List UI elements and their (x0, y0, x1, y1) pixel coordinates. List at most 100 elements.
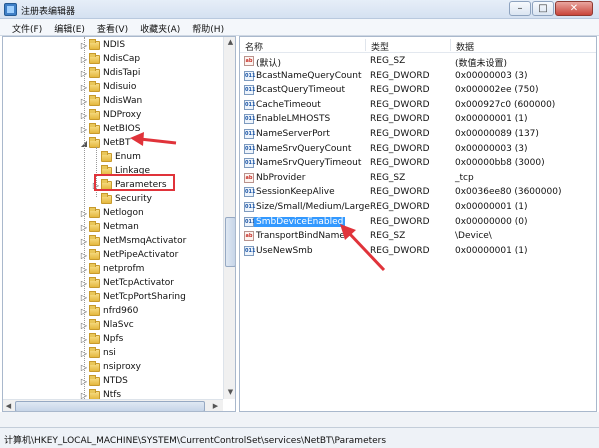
tree-item-label: nsiproxy (103, 362, 141, 372)
tree-item-label: NetBIOS (103, 124, 141, 134)
value-row[interactable]: 011 SessionKeepAlive REG_DWORD 0x0036ee80 (… (240, 185, 596, 200)
value-row[interactable]: 011 BcastNameQueryCount REG_DWORD 0x0000000… (240, 69, 596, 84)
value-data: 0x00000089 (137) (455, 129, 539, 139)
tree-scroll-thumb[interactable] (225, 217, 235, 267)
value-row[interactable]: 011 Size/Small/Medium/Large REG_DWORD 0x000… (240, 200, 596, 215)
tree-item[interactable]: ▷ NdisCap (79, 52, 140, 66)
tree-item[interactable]: ▷ NlaSvc (79, 318, 134, 332)
tree-item-label: Netlogon (103, 208, 144, 218)
tree-item[interactable]: ▷ netprofm (79, 262, 144, 276)
close-button[interactable]: ✕ (555, 1, 593, 16)
menu-edit[interactable]: 编辑(E) (48, 19, 91, 35)
folder-icon (89, 360, 100, 372)
value-data: (数值未设置) (455, 59, 508, 69)
menu-favorites[interactable]: 收藏夹(A) (134, 19, 186, 35)
tree-item-label: NetPipeActivator (103, 250, 179, 260)
menu-view[interactable]: 查看(V) (91, 19, 134, 35)
value-name-text: EnableLMHOSTS (256, 114, 331, 125)
tree-item-label: NTDS (103, 376, 128, 386)
value-data: 0x0036ee80 (3600000) (455, 187, 562, 198)
column-divider[interactable] (365, 39, 366, 51)
pane-footer (0, 412, 599, 427)
tree-item-label: NDIS (103, 40, 126, 50)
tree-item[interactable]: ▷ NDIS (79, 38, 125, 52)
value-row[interactable]: 011 SmbDeviceEnabled REG_DWORD 0x00000000 (… (240, 215, 596, 230)
tree-item-label: NlaSvc (103, 320, 134, 330)
window-controls: – □ ✕ (509, 1, 593, 16)
tree-item-label: Npfs (103, 334, 124, 344)
value-name: TransportBindName (256, 231, 345, 241)
tree-item[interactable]: ▷ Netman (79, 220, 139, 234)
menu-bar: 文件(F) 编辑(E) 查看(V) 收藏夹(A) 帮助(H) (0, 19, 599, 36)
value-row[interactable]: 011 NameSrvQueryCount REG_DWORD 0x00000003 … (240, 142, 596, 157)
column-header-name[interactable]: 名称 (245, 40, 263, 53)
tree-item[interactable]: ▷ NetTcpPortSharing (79, 290, 186, 304)
tree-item[interactable]: ▷ Netlogon (79, 206, 144, 220)
value-type: REG_DWORD (370, 245, 430, 256)
value-name-text: (默认) (256, 59, 282, 69)
tree-item[interactable]: ◢ NetBT (79, 136, 130, 150)
maximize-button[interactable]: □ (532, 1, 554, 16)
value-row[interactable]: ab (默认) REG_SZ (数值未设置) (240, 54, 596, 69)
tree-item-label: Ndisuio (103, 82, 137, 92)
tree-item-label: netprofm (103, 264, 145, 274)
value-row[interactable]: ab TransportBindName REG_SZ \Device\ (240, 229, 596, 244)
tree-item[interactable]: Security (91, 192, 152, 206)
value-name: NbProvider (256, 173, 306, 183)
value-row[interactable]: 011 EnableLMHOSTS REG_DWORD 0x00000001 (1) (240, 112, 596, 127)
tree-item[interactable]: ▷ NdisTapi (79, 66, 140, 80)
value-name: (默认) (256, 56, 281, 69)
string-value-icon: ab (244, 172, 254, 183)
column-header-data[interactable]: 数据 (456, 40, 474, 53)
menu-help[interactable]: 帮助(H) (186, 19, 230, 35)
tree-item[interactable]: ▷ Npfs (79, 332, 123, 346)
tree-item[interactable]: ▷ NDProxy (79, 108, 141, 122)
registry-key-tree[interactable]: ▷ NDIS ▷ NdisCap ▷ NdisTapi ▷ Ndisuio ▷ NdisWan ▷ N… (2, 36, 236, 412)
value-name-text: NameSrvQueryCount (256, 143, 352, 154)
scroll-down-arrow-icon[interactable]: ▼ (225, 387, 235, 398)
binary-value-icon: 011 (244, 187, 256, 198)
value-row[interactable]: 011 BcastQueryTimeout REG_DWORD 0x000002ee … (240, 83, 596, 98)
scroll-right-arrow-icon[interactable]: ▶ (210, 401, 221, 411)
value-data: 0x00000003 (3) (455, 70, 528, 81)
value-data: 0x000002ee (750) (455, 85, 539, 96)
value-row[interactable]: ab NbProvider REG_SZ _tcp (240, 171, 596, 186)
tree-item[interactable]: Enum (91, 150, 141, 164)
tree-item[interactable]: ▷ NetTcpActivator (79, 276, 174, 290)
tree-item[interactable]: ▷ NdisWan (79, 94, 142, 108)
value-row[interactable]: 011 NameServerPort REG_DWORD 0x00000089 (13… (240, 127, 596, 142)
scroll-left-arrow-icon[interactable]: ◀ (3, 401, 14, 411)
folder-icon (89, 80, 100, 92)
column-divider[interactable] (450, 39, 451, 51)
tree-item[interactable]: ▷ NetBIOS (79, 122, 140, 136)
value-type: REG_DWORD (370, 158, 430, 169)
minimize-button[interactable]: – (509, 1, 531, 16)
tree-horizontal-scrollbar[interactable]: ◀ ▶ (3, 399, 223, 411)
binary-value-icon: 011 (244, 245, 256, 256)
value-row[interactable]: 011 NameSrvQueryTimeout REG_DWORD 0x00000bb… (240, 156, 596, 171)
binary-value-icon: 011 (244, 99, 256, 110)
registry-values-list[interactable]: 名称 类型 数据 ab (默认) REG_SZ (数值未设置) 011 BcastName… (239, 36, 597, 412)
menu-file[interactable]: 文件(F) (6, 19, 48, 35)
tree-item[interactable]: ▷ nsiproxy (79, 360, 141, 374)
tree-item-label: NdisWan (103, 96, 143, 106)
scroll-up-arrow-icon[interactable]: ▲ (225, 37, 235, 48)
value-name-text: UseNewSmb (256, 245, 313, 256)
value-data: _tcp (455, 172, 474, 183)
tree-item-label: nfrd960 (103, 306, 139, 316)
tree-item[interactable]: ▷ nfrd960 (79, 304, 138, 318)
value-row[interactable]: 011 CacheTimeout REG_DWORD 0x000927c0 (6000… (240, 98, 596, 113)
tree-item[interactable]: ▷ NetMsmqActivator (79, 234, 186, 248)
folder-icon (89, 136, 100, 148)
tree-vertical-scrollbar[interactable]: ▲ ▼ (223, 37, 235, 399)
column-header-type[interactable]: 类型 (371, 40, 389, 53)
tree-item[interactable]: ▷ Ndisuio (79, 80, 136, 94)
binary-value-icon: 011 (244, 85, 256, 96)
value-data: 0x00000bb8 (3000) (455, 158, 545, 169)
tree-item[interactable]: ▷ NetPipeActivator (79, 248, 178, 262)
value-name: BcastQueryTimeout (256, 85, 345, 95)
value-row[interactable]: 011 UseNewSmb REG_DWORD 0x00000001 (1) (240, 244, 596, 259)
tree-hscroll-thumb[interactable] (15, 401, 205, 411)
tree-item[interactable]: ▷ NTDS (79, 374, 128, 388)
folder-icon (89, 234, 100, 246)
